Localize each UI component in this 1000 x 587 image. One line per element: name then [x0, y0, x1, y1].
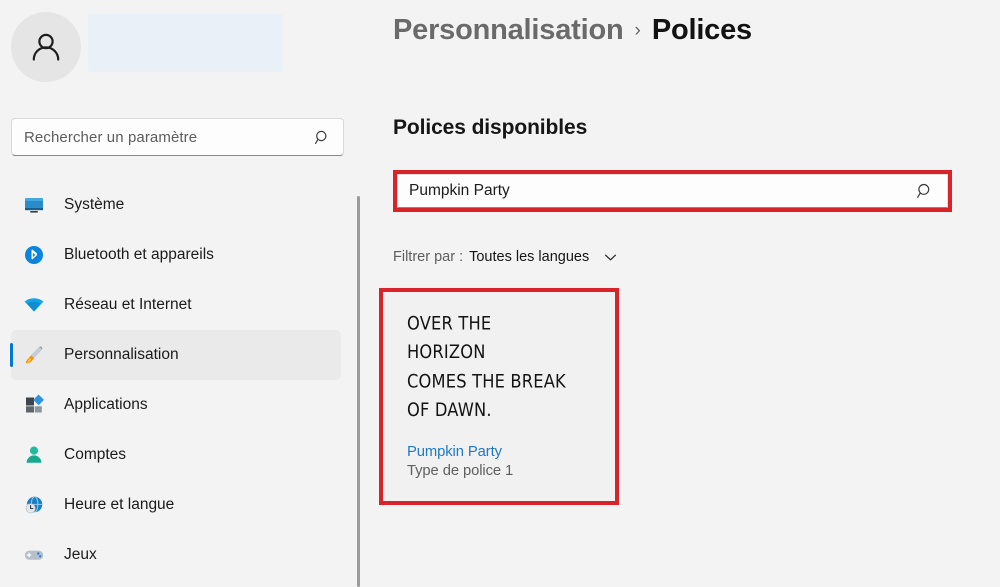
- settings-window: Rechercher un paramètre Système Bluetoot…: [0, 0, 1000, 587]
- globe-clock-icon: [22, 493, 46, 517]
- sidebar-item-comptes[interactable]: Comptes: [11, 430, 341, 480]
- sidebar-item-label: Jeux: [64, 546, 97, 563]
- sidebar-item-bluetooth-et-appareils[interactable]: Bluetooth et appareils: [11, 230, 341, 280]
- filter-label: Filtrer par :: [393, 249, 464, 265]
- filter-dropdown[interactable]: Filtrer par : Toutes les langues: [393, 249, 618, 265]
- gamepad-icon: [22, 543, 46, 567]
- sidebar: Rechercher un paramètre Système Bluetoot…: [0, 0, 360, 587]
- filter-value: Toutes les langues: [469, 249, 590, 265]
- person-avatar-icon: [27, 28, 65, 66]
- font-search-input[interactable]: Pumpkin Party: [397, 174, 948, 208]
- font-card-highlight: Over the horizon comes the break of dawn…: [379, 288, 619, 505]
- font-search-highlight: Pumpkin Party: [393, 170, 952, 212]
- sidebar-item-jeux[interactable]: Jeux: [11, 530, 341, 580]
- monitor-icon: [22, 193, 46, 217]
- page-title: Polices: [651, 14, 752, 46]
- sidebar-item-label: Personnalisation: [64, 346, 179, 363]
- breadcrumb-parent-link[interactable]: Personnalisation: [393, 14, 624, 47]
- selection-indicator: [10, 343, 13, 367]
- font-card-name[interactable]: Pumpkin Party: [407, 444, 597, 460]
- avatar[interactable]: [11, 12, 81, 82]
- font-preview-sample: Over the horizon comes the break of dawn…: [407, 313, 566, 422]
- sidebar-nav: Système Bluetooth et appareils Réseau et…: [0, 180, 352, 580]
- chevron-down-icon[interactable]: [603, 250, 618, 265]
- sidebar-item-heure-et-langue[interactable]: Heure et langue: [11, 480, 341, 530]
- search-icon[interactable]: [916, 182, 947, 200]
- settings-search-placeholder: Rechercher un paramètre: [24, 128, 198, 146]
- section-title: Polices disponibles: [393, 116, 588, 139]
- font-card-type: Type de police 1: [407, 463, 514, 480]
- font-card-pumpkin-party[interactable]: Over the horizon comes the break of dawn…: [383, 292, 615, 501]
- sidebar-item-reseau-et-internet[interactable]: Réseau et Internet: [11, 280, 341, 330]
- breadcrumb: Personnalisation › Polices: [393, 14, 752, 47]
- settings-search-input[interactable]: Rechercher un paramètre: [11, 118, 344, 156]
- chevron-right-icon: ›: [634, 20, 641, 41]
- bluetooth-icon: [22, 243, 46, 267]
- person-icon: [22, 443, 46, 467]
- apps-icon: [22, 393, 46, 417]
- sidebar-item-label: Comptes: [64, 446, 127, 463]
- account-row[interactable]: [11, 12, 341, 82]
- sidebar-item-applications[interactable]: Applications: [11, 380, 341, 430]
- sidebar-item-personnalisation[interactable]: Personnalisation: [10, 330, 341, 380]
- sidebar-item-label: Heure et langue: [64, 496, 175, 513]
- font-search-value: Pumpkin Party: [409, 182, 510, 199]
- sidebar-item-label: Applications: [64, 396, 148, 413]
- account-name-redacted: [88, 14, 283, 72]
- sidebar-item-label: Bluetooth et appareils: [64, 246, 214, 263]
- sidebar-item-label: Système: [64, 196, 125, 213]
- wifi-icon: [22, 293, 46, 317]
- paintbrush-icon: [22, 343, 46, 367]
- sidebar-item-systeme[interactable]: Système: [11, 180, 341, 230]
- main-content: Personnalisation › Polices Polices dispo…: [360, 0, 1000, 587]
- search-icon[interactable]: [314, 129, 343, 146]
- sidebar-item-label: Réseau et Internet: [64, 296, 192, 313]
